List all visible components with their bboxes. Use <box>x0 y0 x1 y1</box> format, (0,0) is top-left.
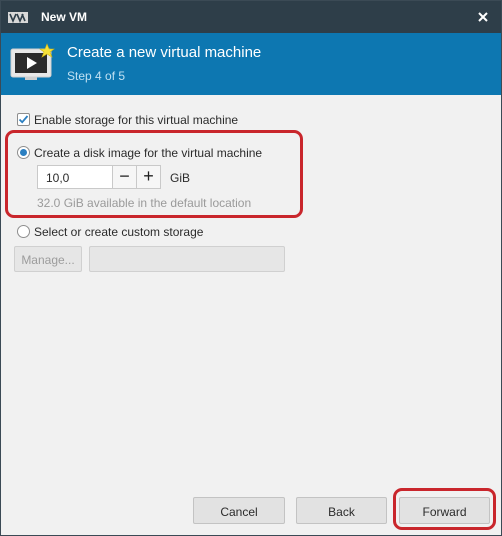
cancel-button[interactable]: Cancel <box>193 497 285 524</box>
custom-storage-path-field[interactable] <box>89 246 285 272</box>
disk-image-highlight <box>5 130 303 218</box>
window-title: New VM <box>41 10 88 24</box>
new-vm-icon <box>10 43 55 80</box>
manage-button[interactable]: Manage... <box>14 246 82 272</box>
custom-storage-label[interactable]: Select or create custom storage <box>34 225 203 239</box>
close-icon[interactable] <box>475 9 491 25</box>
new-vm-window: New VM Create a new virtual machine Step… <box>0 0 502 536</box>
virt-manager-logo <box>8 12 28 23</box>
title-bar[interactable]: New VM <box>1 1 501 33</box>
wizard-title: Create a new virtual machine <box>67 44 262 61</box>
wizard-header: Create a new virtual machine Step 4 of 5 <box>1 33 501 95</box>
back-button[interactable]: Back <box>296 497 387 524</box>
checkmark-icon <box>18 115 29 124</box>
forward-button-highlight <box>393 488 496 530</box>
enable-storage-checkbox[interactable] <box>17 113 30 126</box>
custom-storage-radio[interactable] <box>17 225 30 238</box>
enable-storage-label[interactable]: Enable storage for this virtual machine <box>34 113 238 127</box>
wizard-step: Step 4 of 5 <box>67 69 126 83</box>
